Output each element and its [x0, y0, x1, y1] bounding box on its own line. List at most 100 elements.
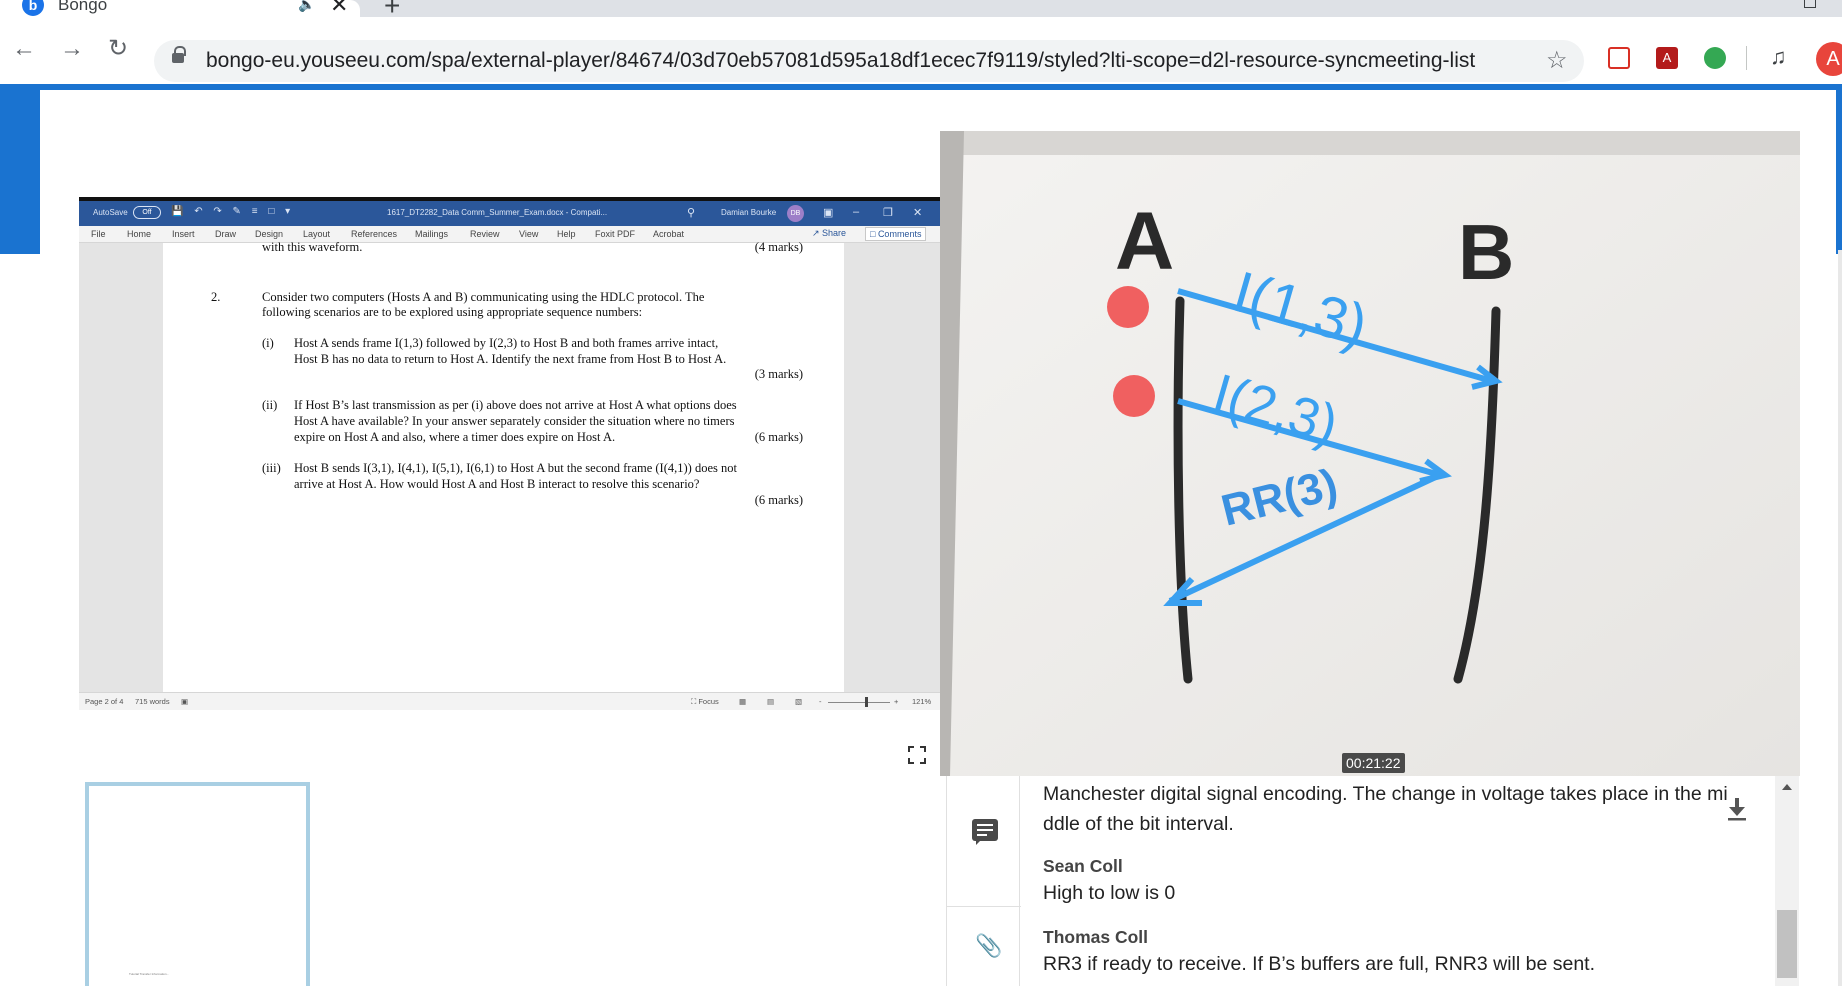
chat-bubble-icon[interactable]: [972, 819, 998, 845]
focus-button[interactable]: ⛶ Focus: [691, 697, 719, 707]
tab-insert[interactable]: Insert: [172, 229, 195, 239]
message-author: Thomas Coll: [1043, 927, 1149, 947]
page-header-bar: [0, 84, 1842, 90]
zoom-level[interactable]: 121%: [912, 697, 931, 706]
word-restore-icon[interactable]: ❐: [883, 206, 893, 219]
read-mode-icon[interactable]: ▦: [739, 697, 746, 706]
whiteboard-label-a: A: [1115, 196, 1174, 287]
tab-foxit-pdf[interactable]: Foxit PDF: [595, 229, 635, 239]
close-tab-icon[interactable]: ✕: [330, 0, 348, 18]
part-ii-line-3: expire on Host A and also, where a timer…: [294, 430, 616, 444]
search-icon[interactable]: ⚲: [687, 206, 695, 219]
leaf-extension-icon[interactable]: [1704, 47, 1726, 69]
document-page: with this waveform. (4 marks) 2. Conside…: [163, 240, 844, 692]
question-line-1: Consider two computers (Hosts A and B) c…: [262, 290, 705, 304]
tab-draw[interactable]: Draw: [215, 229, 236, 239]
browser-tab[interactable]: b Bongo 🔈 ✕: [0, 0, 360, 17]
download-icon[interactable]: [1726, 797, 1748, 821]
reload-icon[interactable]: ↻: [108, 37, 128, 61]
presenter-video[interactable]: A B I(1,3) I(2,3) RR(3): [940, 131, 1800, 776]
user-avatar[interactable]: DB: [787, 205, 804, 222]
page-scrollbar[interactable]: [1838, 250, 1842, 986]
page-header-left: [0, 84, 40, 254]
ribbon-display-icon[interactable]: ▣: [823, 206, 833, 219]
word-count[interactable]: 715 words: [135, 697, 170, 706]
zoom-slider[interactable]: [828, 702, 890, 703]
red-mark-1: [1107, 286, 1149, 328]
word-statusbar: Page 2 of 4 715 words ▣ ⛶ Focus ▦ ▤ ▧ - …: [79, 692, 940, 710]
document-name[interactable]: 1617_DT2282_Data Comm_Summer_Exam.docx -…: [387, 208, 607, 217]
question-line-2: following scenarios are to be explored u…: [262, 305, 643, 319]
autosave-toggle[interactable]: Off: [133, 206, 161, 219]
tab-help[interactable]: Help: [557, 229, 576, 239]
toolbar-divider: [1746, 46, 1747, 70]
arrow-left-icon[interactable]: ←: [12, 37, 36, 61]
tab-acrobat[interactable]: Acrobat: [653, 229, 684, 239]
word-titlebar: AutoSave Off 💾 ↶ ↷ ✎ ≡ □ ▾ 1617_DT2282_D…: [79, 197, 940, 226]
tab-mailings[interactable]: Mailings: [415, 229, 448, 239]
part-ii-line-2: Host A have available? In your answer se…: [294, 414, 735, 428]
part-i-marks: (3 marks): [754, 367, 803, 381]
arrow-right-icon[interactable]: →: [60, 37, 84, 61]
part-i-line-2: Host B has no data to return to Host A. …: [294, 352, 727, 366]
question-number: 2.: [211, 290, 221, 304]
shared-screen: AutoSave Off 💾 ↶ ↷ ✎ ≡ □ ▾ 1617_DT2282_D…: [79, 197, 940, 710]
scroll-up-icon[interactable]: [1782, 784, 1792, 790]
comments-button[interactable]: □ Comments: [865, 227, 927, 241]
zoom-out-icon[interactable]: -: [819, 697, 822, 706]
part-i-line-1: Host A sends frame I(1,3) followed by I(…: [294, 336, 719, 350]
tab-references[interactable]: References: [351, 229, 397, 239]
pdf-extension-icon[interactable]: A: [1656, 47, 1678, 69]
user-name: Damian Bourke: [721, 208, 777, 217]
thumbnail-caption: Tutorial Transfer Information...: [129, 972, 170, 976]
tab-home[interactable]: Home: [127, 229, 151, 239]
address-bar[interactable]: bongo-eu.youseeu.com/spa/external-player…: [154, 40, 1584, 82]
tab-layout[interactable]: Layout: [303, 229, 330, 239]
tab-design[interactable]: Design: [255, 229, 283, 239]
part-ii-number: (ii): [262, 398, 278, 412]
word-close-icon[interactable]: ✕: [913, 206, 922, 219]
part-iii-line-2: arrive at Host A. How would Host A and H…: [294, 477, 700, 491]
profile-avatar[interactable]: A: [1816, 42, 1842, 76]
quick-access-toolbar[interactable]: 💾 ↶ ↷ ✎ ≡ □ ▾: [171, 206, 294, 217]
url-text[interactable]: bongo-eu.youseeu.com/spa/external-player…: [206, 49, 1475, 73]
web-layout-icon[interactable]: ▧: [795, 697, 802, 706]
tab-file[interactable]: File: [91, 229, 106, 239]
zoom-slider-thumb[interactable]: [865, 697, 868, 707]
doc-prev-marks: (4 marks): [754, 240, 803, 254]
chat-scroll-thumb[interactable]: [1777, 910, 1797, 978]
tab-review[interactable]: Review: [470, 229, 500, 239]
page-count[interactable]: Page 2 of 4: [85, 697, 123, 706]
message-author: Sean Coll: [1043, 856, 1123, 876]
slide-thumbnail[interactable]: Tutorial Transfer Information...: [85, 782, 310, 986]
pocket-extension-icon[interactable]: [1608, 47, 1630, 69]
page-header-right: [1836, 84, 1842, 254]
autosave-label: AutoSave: [93, 208, 128, 217]
chat-messages[interactable]: Manchester digital signal encoding. The …: [1040, 776, 1780, 986]
zoom-in-icon[interactable]: +: [894, 697, 898, 706]
chat-scrollbar[interactable]: [1775, 776, 1799, 986]
restore-icon[interactable]: [1804, 0, 1816, 8]
speaker-icon[interactable]: 🔈: [298, 0, 315, 13]
doc-prev-line: with this waveform.: [262, 240, 363, 254]
print-layout-icon[interactable]: ▤: [767, 697, 774, 706]
paperclip-icon[interactable]: 📎: [975, 933, 1002, 959]
proofing-icon[interactable]: ▣: [181, 697, 188, 706]
tab-view[interactable]: View: [519, 229, 538, 239]
tab-strip: b Bongo 🔈 ✕ +: [0, 0, 1842, 21]
comments-label: Comments: [877, 229, 922, 239]
media-control-icon[interactable]: ♫: [1770, 44, 1787, 70]
red-mark-2: [1113, 375, 1155, 417]
word-minimize-icon[interactable]: –: [853, 206, 859, 218]
bongo-favicon-icon: b: [22, 0, 44, 16]
share-button[interactable]: ↗ Share: [812, 228, 846, 239]
lock-icon[interactable]: [172, 46, 186, 63]
tab-title: Bongo: [58, 0, 108, 14]
fullscreen-icon[interactable]: [908, 746, 926, 764]
message-text-continued: ddle of the bit interval.: [1043, 813, 1234, 835]
message-text: RR3 if ready to receive. If B’s buffers …: [1043, 953, 1596, 975]
whiteboard-label-b: B: [1458, 208, 1514, 296]
share-label: Share: [822, 228, 847, 238]
star-icon[interactable]: ☆: [1546, 46, 1568, 75]
part-ii-line-1: If Host B’s last transmission as per (i)…: [294, 398, 737, 412]
